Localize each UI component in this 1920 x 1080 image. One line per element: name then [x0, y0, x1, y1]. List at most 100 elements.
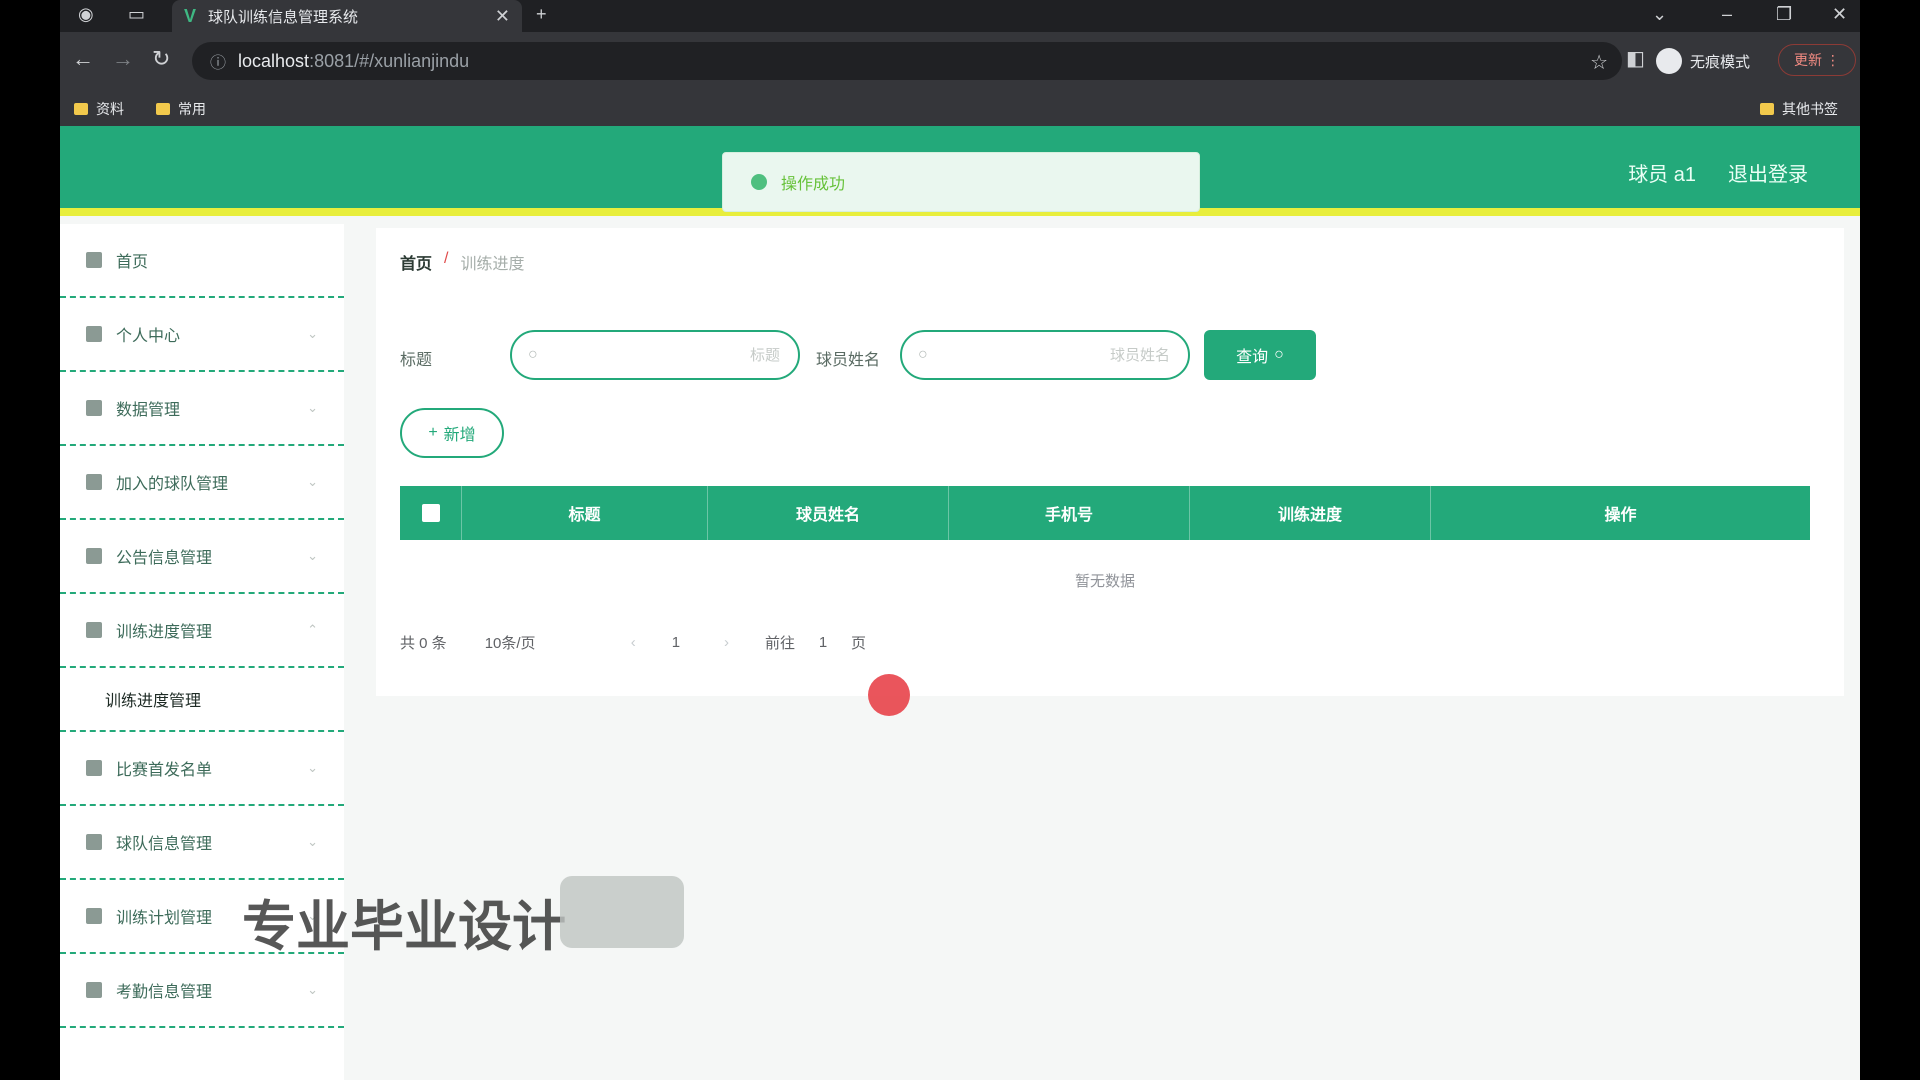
query-label: 查询 [1236, 349, 1269, 366]
restore-icon[interactable]: ❐ [1776, 4, 1792, 25]
title-search-input[interactable]: ○ [510, 330, 800, 380]
bookmark-folder-ziliao[interactable]: 资料 [74, 99, 124, 119]
bookmark-star-icon[interactable]: ☆ [1590, 50, 1608, 75]
breadcrumb-current: 训练进度 [460, 256, 525, 273]
screen: ◉ ▭ V 球队训练信息管理系统 ✕ + ⌄ – ❐ ✕ ← → ↻ ⓘ loc… [60, 0, 1860, 1080]
current-user: 球员 a1 [1628, 164, 1696, 186]
logout-button[interactable]: 退出登录 [1728, 158, 1808, 187]
column-header-phone[interactable]: 手机号 [949, 486, 1190, 540]
query-button[interactable]: 查询 ○ [1204, 330, 1316, 380]
title-search-field[interactable] [537, 345, 782, 365]
tab-search-icon[interactable]: ⌄ [1652, 4, 1667, 25]
column-header-actions: 操作 [1604, 507, 1637, 524]
data-table: 标题 球员姓名 手机号 训练进度 操作 暂无数据 [400, 486, 1810, 620]
browser-toolbar: ← → ↻ ⓘ localhost :8081/#/xunlianjindu ☆… [60, 32, 1860, 90]
chevron-down-icon: ⌄ [307, 548, 318, 563]
sidebar-item-label: 公告信息管理 [116, 550, 213, 567]
bookmarks-bar: 资料 常用 其他书签 [60, 90, 1860, 126]
other-bookmarks-label: 其他书签 [1782, 101, 1838, 117]
sidebar-item-home[interactable]: 首页 [60, 224, 344, 298]
new-tab-icon[interactable]: + [536, 4, 547, 25]
total-count: 共 0 条 [400, 635, 447, 652]
sidebar-item-team-info[interactable]: 球队信息管理 ⌄ [60, 806, 344, 880]
document-icon [86, 400, 102, 416]
breadcrumb-separator: / [444, 250, 449, 267]
add-label: 新增 [443, 427, 476, 444]
sidebar-item-notices[interactable]: 公告信息管理 ⌄ [60, 520, 344, 594]
update-button[interactable]: 更新 ⋮ [1778, 44, 1856, 76]
add-button[interactable]: + 新增 [400, 408, 504, 458]
page-size-select[interactable]: 10条/页 [485, 632, 601, 653]
list-icon [86, 982, 102, 998]
sidebar-item-label: 比赛首发名单 [116, 762, 213, 779]
submenu-item-label: 训练进度管理 [105, 693, 202, 710]
select-all-cell [400, 486, 462, 540]
team-icon [86, 474, 102, 490]
sidebar-item-attendance[interactable]: 考勤信息管理 ⌄ [60, 954, 344, 1028]
sidebar-item-data[interactable]: 数据管理 ⌄ [60, 372, 344, 446]
current-page[interactable]: 1 [672, 634, 680, 651]
search-icon: ○ [918, 346, 928, 363]
forward-icon[interactable]: → [112, 46, 134, 72]
success-check-icon [751, 174, 767, 190]
monitor-icon [86, 834, 102, 850]
close-tab-icon[interactable]: ✕ [495, 6, 510, 27]
other-bookmarks[interactable]: 其他书签 [1760, 99, 1838, 119]
url-path: :8081/#/xunlianjindu [309, 50, 470, 71]
watermark-blur [560, 876, 684, 948]
url-host: localhost [238, 50, 310, 71]
sidebar-item-label: 考勤信息管理 [116, 984, 213, 1001]
chevron-down-icon: ⌄ [307, 474, 318, 489]
sidebar-item-training-progress[interactable]: 训练进度管理 ⌃ [60, 594, 344, 668]
folder-icon [74, 103, 88, 115]
incognito-indicator[interactable]: 无痕模式 [1656, 48, 1750, 74]
column-header-progress[interactable]: 训练进度 [1190, 486, 1431, 540]
breadcrumb-home[interactable]: 首页 [400, 250, 432, 274]
click-indicator [868, 674, 910, 716]
close-window-icon[interactable]: ✕ [1832, 4, 1847, 25]
next-page-icon[interactable]: › [724, 634, 729, 651]
select-all-checkbox[interactable] [421, 504, 440, 522]
sidebar-item-label: 数据管理 [116, 402, 181, 419]
success-toast: 操作成功 [722, 152, 1200, 212]
sidebar-item-label: 训练进度管理 [116, 624, 213, 641]
submenu-item-training-progress[interactable]: 训练进度管理 [60, 668, 344, 732]
reload-icon[interactable]: ↻ [152, 46, 170, 72]
back-icon[interactable]: ← [72, 46, 94, 72]
sidebar-item-joined-teams[interactable]: 加入的球队管理 ⌄ [60, 446, 344, 520]
chevron-down-icon: ⌄ [307, 982, 318, 997]
folder-icon [1760, 103, 1774, 115]
goto-page-input[interactable]: 1 [801, 634, 845, 651]
tab-list-icon[interactable]: ▭ [128, 4, 145, 25]
player-search-input[interactable]: ○ [900, 330, 1190, 380]
tab-title: 球队训练信息管理系统 [208, 8, 359, 26]
breadcrumb: 首页 / 训练进度 [400, 250, 524, 274]
browser-titlebar: ◉ ▭ V 球队训练信息管理系统 ✕ + ⌄ – ❐ ✕ [60, 0, 1860, 32]
player-search-field[interactable] [927, 345, 1172, 365]
sidebar-item-match-lineup[interactable]: 比赛首发名单 ⌄ [60, 732, 344, 806]
grid-icon [86, 622, 102, 638]
side-panel-icon[interactable]: ◧ [1626, 46, 1645, 71]
bookmark-folder-changyong[interactable]: 常用 [156, 99, 206, 119]
main-panel: 首页 / 训练进度 标题 ○ 球员姓名 ○ 查询 ○ + 新增 [376, 228, 1844, 696]
sidebar-item-label: 首页 [116, 254, 149, 271]
search-icon: ○ [528, 346, 538, 363]
home-icon [86, 252, 102, 268]
goto-label: 前往 [765, 635, 796, 652]
watermark-text: 专业毕业设计 [242, 895, 566, 958]
table-header: 标题 球员姓名 手机号 训练进度 操作 [400, 486, 1810, 540]
column-header-player[interactable]: 球员姓名 [708, 486, 949, 540]
minimize-icon[interactable]: – [1722, 4, 1732, 25]
incognito-label: 无痕模式 [1690, 53, 1751, 71]
user-icon [86, 326, 102, 342]
browser-tab[interactable]: V 球队训练信息管理系统 ✕ [172, 0, 522, 32]
column-header-title[interactable]: 标题 [462, 486, 708, 540]
site-info-icon[interactable]: ⓘ [210, 49, 226, 73]
address-bar[interactable]: ⓘ localhost :8081/#/xunlianjindu ☆ [192, 42, 1622, 80]
prev-page-icon[interactable]: ‹ [631, 634, 636, 651]
chart-icon [86, 908, 102, 924]
sidebar-item-label: 训练计划管理 [116, 910, 213, 927]
sidebar-item-profile[interactable]: 个人中心 ⌄ [60, 298, 344, 372]
toast-message: 操作成功 [781, 176, 846, 193]
notice-icon [86, 548, 102, 564]
